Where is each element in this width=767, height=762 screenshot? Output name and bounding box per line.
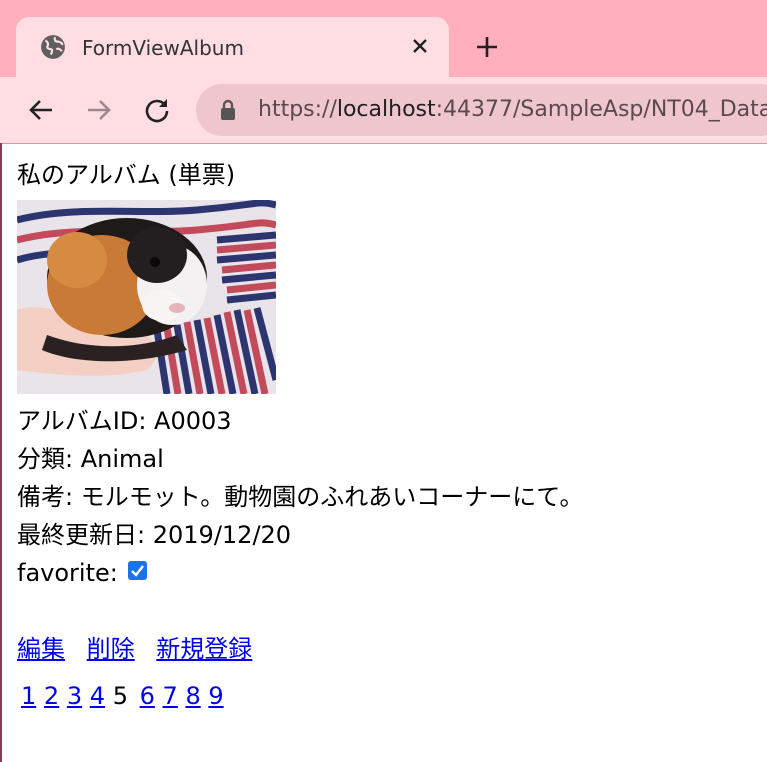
action-links: 編集 削除 新規登録 <box>17 632 252 666</box>
tab-strip: FormViewAlbum <box>0 0 767 77</box>
pager-page-9[interactable]: 9 <box>208 682 223 710</box>
url-scheme: https:// <box>258 97 337 122</box>
album-id-row: アルバムID: A0003 <box>17 404 232 438</box>
page-title: 私のアルバム (単票) <box>17 161 236 189</box>
url-host: localhost <box>336 97 436 122</box>
favorite-label: favorite: <box>17 559 118 587</box>
note-value: モルモット。動物園のふれあいコーナーにて。 <box>80 483 584 511</box>
new-tab-icon[interactable] <box>470 30 504 64</box>
globe-icon <box>40 34 66 60</box>
album-photo <box>17 200 276 394</box>
album-id-label: アルバムID: <box>17 407 147 435</box>
category-label: 分類: <box>17 445 74 473</box>
pager: 1 2 3 4 5 6 7 8 9 <box>21 679 224 713</box>
back-arrow-icon[interactable] <box>23 92 59 128</box>
url-path: :44377/SampleAsp/NT04_DataBoundControls/… <box>435 97 767 122</box>
browser-toolbar: https://localhost:44377/SampleAsp/NT04_D… <box>0 77 767 144</box>
url-text: https://localhost:44377/SampleAsp/NT04_D… <box>258 96 767 124</box>
pager-page-2[interactable]: 2 <box>44 682 59 710</box>
pager-page-6[interactable]: 6 <box>140 682 155 710</box>
pager-page-8[interactable]: 8 <box>185 682 200 710</box>
album-id-value: A0003 <box>154 407 232 435</box>
note-label: 備考: <box>17 483 74 511</box>
updated-value: 2019/12/20 <box>152 521 292 549</box>
category-row: 分類: Animal <box>17 442 164 476</box>
new-record-link[interactable]: 新規登録 <box>156 635 252 663</box>
updated-label: 最終更新日: <box>17 521 146 549</box>
delete-link[interactable]: 削除 <box>87 635 135 663</box>
note-row: 備考: モルモット。動物園のふれあいコーナーにて。 <box>17 480 584 514</box>
pager-page-4[interactable]: 4 <box>90 682 105 710</box>
pager-page-3[interactable]: 3 <box>67 682 82 710</box>
active-tab[interactable]: FormViewAlbum <box>16 17 449 77</box>
window-edge <box>0 143 2 762</box>
address-bar[interactable]: https://localhost:44377/SampleAsp/NT04_D… <box>196 84 767 136</box>
favorite-checkbox[interactable] <box>127 560 147 580</box>
updated-row: 最終更新日: 2019/12/20 <box>17 518 291 552</box>
reload-icon[interactable] <box>139 92 175 128</box>
pager-page-7[interactable]: 7 <box>163 682 178 710</box>
category-value: Animal <box>80 445 164 473</box>
pager-current-page: 5 <box>112 682 128 710</box>
pager-page-1[interactable]: 1 <box>21 682 36 710</box>
tab-title: FormViewAlbum <box>82 36 244 60</box>
edit-link[interactable]: 編集 <box>17 635 65 663</box>
favorite-row: favorite: <box>17 556 147 590</box>
lock-icon[interactable] <box>218 99 238 121</box>
close-icon[interactable] <box>405 31 435 61</box>
forward-arrow-icon[interactable] <box>81 92 117 128</box>
